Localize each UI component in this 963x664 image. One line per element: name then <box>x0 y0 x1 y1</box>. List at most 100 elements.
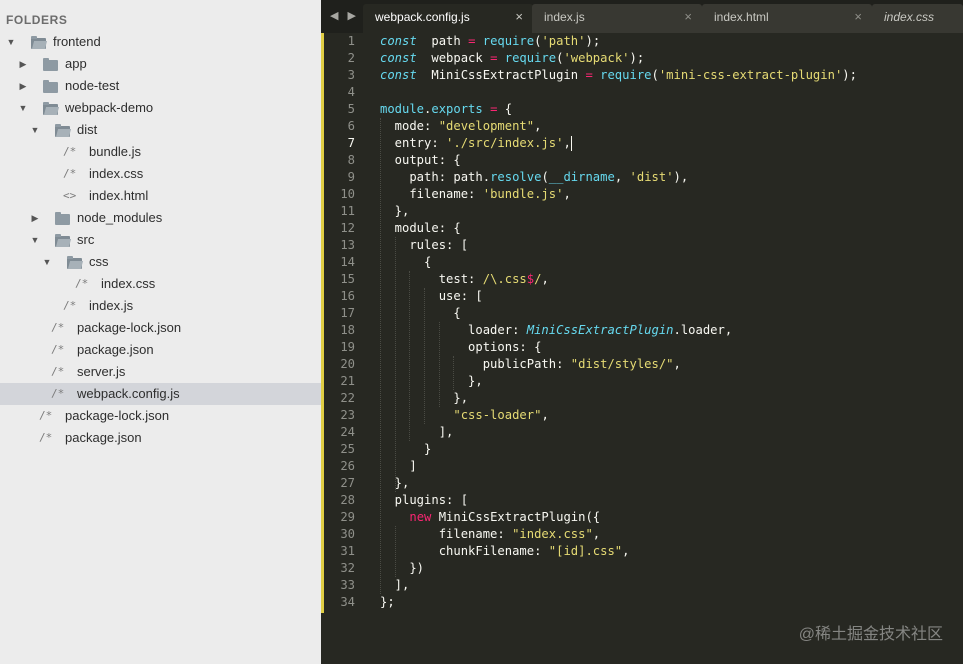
code-line[interactable]: }, <box>380 373 857 390</box>
disclosure-open-icon[interactable]: ▼ <box>30 229 40 251</box>
tree-file-row[interactable]: /* package-lock.json <box>0 405 321 427</box>
code-token: new <box>409 510 432 524</box>
code-line[interactable]: ] <box>380 458 857 475</box>
code-token: path <box>416 34 469 48</box>
code-line[interactable]: }, <box>380 390 857 407</box>
code-token: './src/index.js' <box>446 136 564 150</box>
tree-file-row[interactable]: <> index.html <box>0 185 321 207</box>
code-token: }, <box>380 204 410 218</box>
tree-file-row[interactable]: /* package.json <box>0 427 321 449</box>
code-line[interactable] <box>380 84 857 101</box>
line-number: 32 <box>340 561 355 575</box>
close-icon[interactable]: × <box>684 4 692 30</box>
code-line[interactable]: { <box>380 305 857 322</box>
code-line[interactable]: publicPath: "dist/styles/", <box>380 356 857 373</box>
code-token: __dirname <box>548 170 615 184</box>
code-token: "[id].css" <box>548 544 623 558</box>
tree-file-row[interactable]: /* package-lock.json <box>0 317 321 339</box>
code-line[interactable]: path: path.resolve(__dirname, 'dist'), <box>380 169 857 186</box>
tree-file-row[interactable]: /* bundle.js <box>0 141 321 163</box>
code-line[interactable]: }, <box>380 203 857 220</box>
tree-folder-row[interactable]: ▼ dist <box>0 119 321 141</box>
code-line[interactable]: plugins: [ <box>380 492 857 509</box>
code-token: loader: <box>380 323 527 337</box>
code-line[interactable]: filename: 'bundle.js', <box>380 186 857 203</box>
tree-folder-row[interactable]: ▼ frontend <box>0 31 321 53</box>
code-line[interactable]: }, <box>380 475 857 492</box>
tree-file-row[interactable]: /* webpack.config.js <box>0 383 321 405</box>
code-line[interactable]: "css-loader", <box>380 407 857 424</box>
code-line[interactable]: chunkFilename: "[id].css", <box>380 543 857 560</box>
code-token: ], <box>380 425 454 439</box>
file-icon: /* <box>63 167 77 180</box>
file-icon: /* <box>51 365 65 378</box>
folder-open-icon <box>55 124 70 137</box>
tree-folder-row[interactable]: ▼ src <box>0 229 321 251</box>
tab-index-js[interactable]: index.js × <box>532 4 702 33</box>
code-token: "development" <box>438 119 535 133</box>
tab-index-css[interactable]: index.css <box>872 4 963 33</box>
code-line[interactable]: test: /\.css$/, <box>380 271 857 288</box>
disclosure-closed-icon[interactable]: ▶ <box>18 53 28 75</box>
code-line[interactable]: ], <box>380 577 857 594</box>
disclosure-open-icon[interactable]: ▼ <box>18 97 28 119</box>
tree-file-row[interactable]: /* index.css <box>0 273 321 295</box>
close-icon[interactable]: × <box>854 4 862 30</box>
code-editor[interactable]: 1 2 3 4 5 6 7 8 9 10 11 12 13 14 15 16 17 18 19 20 21 22 23 24 2… <box>321 33 963 664</box>
code-line[interactable]: module.exports = { <box>380 101 857 118</box>
code-line[interactable]: const path = require('path'); <box>380 33 857 50</box>
html-file-icon: <> <box>63 189 77 202</box>
tree-file-row[interactable]: /* index.css <box>0 163 321 185</box>
code-token: , <box>534 119 542 133</box>
folder-open-icon <box>67 256 82 269</box>
close-icon[interactable]: × <box>515 4 523 30</box>
code-line[interactable]: }) <box>380 560 857 577</box>
code-token: filename: <box>380 187 483 201</box>
code-token: .loader, <box>673 323 733 337</box>
line-number: 27 <box>340 476 355 490</box>
tree-folder-row[interactable]: ▼ css <box>0 251 321 273</box>
code-line[interactable]: entry: './src/index.js', <box>380 135 857 152</box>
code-line[interactable]: mode: "development", <box>380 118 857 135</box>
disclosure-open-icon[interactable]: ▼ <box>42 251 52 273</box>
tree-file-row[interactable]: /* index.js <box>0 295 321 317</box>
code-line[interactable]: new MiniCssExtractPlugin({ <box>380 509 857 526</box>
disclosure-open-icon[interactable]: ▼ <box>6 31 16 53</box>
code-line[interactable]: filename: "index.css", <box>380 526 857 543</box>
code-line[interactable]: use: [ <box>380 288 857 305</box>
code-line[interactable]: { <box>380 254 857 271</box>
code-line[interactable]: }; <box>380 594 857 611</box>
code-line[interactable]: options: { <box>380 339 857 356</box>
code-area[interactable]: const path = require('path'); const webpa… <box>380 33 857 611</box>
code-line[interactable]: rules: [ <box>380 237 857 254</box>
tab-nav-arrows-icon[interactable]: ◀ ▶ <box>330 9 359 22</box>
code-line[interactable]: const webpack = require('webpack'); <box>380 50 857 67</box>
disclosure-closed-icon[interactable]: ▶ <box>18 75 28 97</box>
tree-file-row[interactable]: /* server.js <box>0 361 321 383</box>
code-token: ( <box>651 68 659 82</box>
code-line[interactable]: module: { <box>380 220 857 237</box>
disclosure-closed-icon[interactable]: ▶ <box>30 207 40 229</box>
tree-folder-row[interactable]: ▶ node_modules <box>0 207 321 229</box>
code-token: { <box>380 255 432 269</box>
code-line[interactable]: output: { <box>380 152 857 169</box>
tree-folder-row[interactable]: ▶ app <box>0 53 321 75</box>
tree-item-label: webpack.config.js <box>77 386 180 401</box>
disclosure-open-icon[interactable]: ▼ <box>30 119 40 141</box>
tree-folder-row[interactable]: ▶ node-test <box>0 75 321 97</box>
tree-folder-row[interactable]: ▼ webpack-demo <box>0 97 321 119</box>
code-line[interactable]: const MiniCssExtractPlugin = require('mi… <box>380 67 857 84</box>
code-line[interactable]: ], <box>380 424 857 441</box>
tab-index-html[interactable]: index.html × <box>702 4 872 33</box>
code-token: const <box>380 51 417 65</box>
code-token: ( <box>541 170 549 184</box>
tree-item-label: package-lock.json <box>77 320 182 335</box>
code-line[interactable]: } <box>380 441 857 458</box>
line-number: 31 <box>340 544 355 558</box>
code-line[interactable]: loader: MiniCssExtractPlugin.loader, <box>380 322 857 339</box>
code-token: = <box>482 102 498 116</box>
tree-file-row[interactable]: /* package.json <box>0 339 321 361</box>
code-token: }, <box>380 476 410 490</box>
tab-webpack-config[interactable]: webpack.config.js × <box>363 4 533 33</box>
tree-item-label: css <box>89 254 109 269</box>
